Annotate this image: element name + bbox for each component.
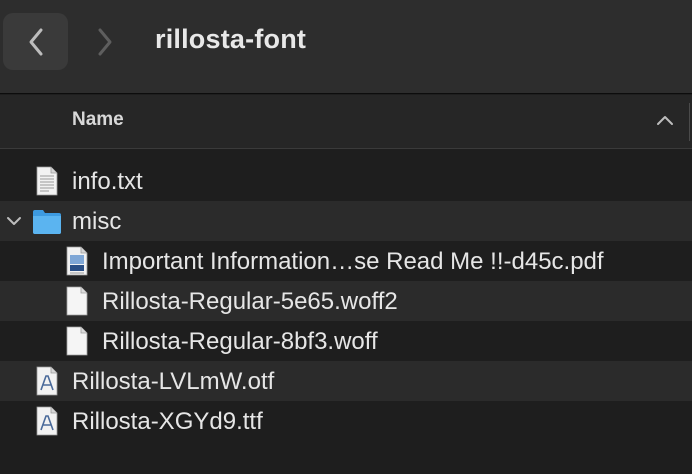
finder-window: rillosta-font Name info.txt misc Importa… (0, 0, 692, 474)
list-item[interactable]: Rillosta-LVLmW.otf (0, 361, 692, 401)
forward-button[interactable] (80, 13, 130, 70)
chevron-left-icon (29, 28, 42, 55)
font-document-icon (36, 366, 58, 396)
file-name: Rillosta-XGYd9.ttf (72, 408, 263, 435)
file-list: info.txt misc Important Information…se R… (0, 161, 692, 441)
list-item[interactable]: Rillosta-XGYd9.ttf (0, 401, 692, 441)
file-name: Rillosta-LVLmW.otf (72, 368, 275, 395)
file-name: Important Information…se Read Me !!-d45c… (102, 248, 604, 275)
pdf-document-icon (66, 246, 88, 276)
list-item[interactable]: info.txt (0, 161, 692, 201)
window-title: rillosta-font (155, 24, 307, 54)
back-button[interactable] (3, 13, 68, 70)
column-header: Name (0, 95, 692, 149)
text-document-icon (36, 166, 58, 196)
list-item[interactable]: misc (0, 201, 692, 241)
chevron-up-icon[interactable] (654, 109, 676, 131)
list-item[interactable]: Important Information…se Read Me !!-d45c… (0, 241, 692, 281)
column-divider[interactable] (689, 103, 690, 141)
blank-document-icon (66, 326, 88, 356)
folder-icon (33, 210, 61, 234)
list-item[interactable]: Rillosta-Regular-8bf3.woff (0, 321, 692, 361)
file-name: Rillosta-Regular-5e65.woff2 (102, 288, 398, 315)
name-column-header[interactable]: Name (72, 109, 124, 131)
chevron-down-icon[interactable] (6, 214, 22, 228)
chevron-right-icon (98, 28, 112, 55)
toolbar: rillosta-font (0, 0, 692, 94)
font-document-icon (36, 406, 58, 436)
file-name: misc (72, 208, 122, 235)
file-name: info.txt (72, 168, 143, 195)
file-name: Rillosta-Regular-8bf3.woff (102, 328, 378, 355)
blank-document-icon (66, 286, 88, 316)
list-item[interactable]: Rillosta-Regular-5e65.woff2 (0, 281, 692, 321)
